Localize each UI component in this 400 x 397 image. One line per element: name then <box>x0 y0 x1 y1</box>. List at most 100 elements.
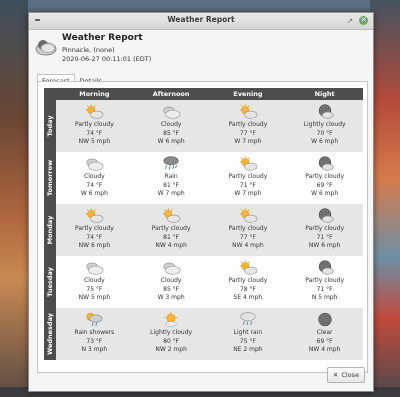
temperature-label: 69 °F <box>316 337 333 345</box>
forecast-cell: Partly cloudy 78 °F SE 4 mph <box>210 256 287 308</box>
sun-cloud-icon <box>239 156 258 171</box>
condition-label: Cloudy <box>160 277 182 284</box>
sun-cloud-icon <box>239 208 258 223</box>
moon-icon <box>317 312 332 327</box>
forecast-cell: Partly cloudy 69 °F W 6 mph <box>286 152 363 204</box>
column-header-night: Night <box>286 88 363 100</box>
condition-label: Partly cloudy <box>74 225 114 232</box>
report-header: Weather Report Pinnacle, (none) 2020-06-… <box>35 31 365 69</box>
temperature-label: 74 °F <box>86 181 103 189</box>
sun-cloud-icon <box>239 104 258 119</box>
cloud-icon <box>163 262 181 275</box>
column-header-evening: Evening <box>209 88 287 100</box>
desktop-background-left <box>0 0 28 397</box>
sun-rain-icon <box>86 312 103 326</box>
row-header-wednesday: Wednesday <box>44 308 56 360</box>
forecast-cell: Partly cloudy 74 °F NW 6 mph <box>56 204 133 256</box>
cloud-icon <box>163 106 181 119</box>
condition-label: Light rain <box>233 329 263 336</box>
wind-label: N 5 mph <box>311 294 338 301</box>
forecast-cell: Lightly cloudy 70 °F W 6 mph <box>286 100 363 152</box>
wind-label: W 7 mph <box>157 190 185 197</box>
sun-light-cloud-icon <box>164 311 178 327</box>
condition-label: Partly cloudy <box>74 121 114 128</box>
wind-label: NW 5 mph <box>78 294 111 301</box>
wind-label: W 6 mph <box>157 138 185 145</box>
tab-bar: ForecastDetails <box>37 68 107 87</box>
condition-label: Cloudy <box>84 173 105 180</box>
wind-label: W 6 mph <box>311 138 339 145</box>
temperature-label: 75 °F <box>239 337 256 345</box>
forecast-cell: Partly cloudy 74 °F NW 5 mph <box>56 100 133 152</box>
moon-cloud-icon <box>318 156 334 171</box>
forecast-cell: Rain showers 73 °F N 3 mph <box>56 308 133 360</box>
report-timestamp: 2020-06-27 00:11:01 (EDT) <box>62 55 152 63</box>
condition-label: Partly cloudy <box>305 277 345 284</box>
forecast-cell: Lightly cloudy 80 °F NW 2 mph <box>132 308 210 360</box>
rain-icon <box>163 156 179 170</box>
forecast-cell: Cloudy 74 °F W 6 mph <box>56 152 133 204</box>
temperature-label: 74 °F <box>86 129 103 137</box>
condition-label: Lightly cloudy <box>150 329 193 336</box>
forecast-panel: Morning Afternoon Evening Night Today Partly … <box>37 81 368 373</box>
condition-label: Cloudy <box>160 121 182 128</box>
window-close-icon[interactable]: ✕ <box>359 16 368 25</box>
sun-cloud-icon <box>86 208 104 223</box>
report-location: Pinnacle, (none) <box>62 46 115 54</box>
temperature-label: 80 °F <box>163 337 180 345</box>
condition-label: Lightly cloudy <box>303 121 346 128</box>
sun-cloud-icon <box>162 208 181 223</box>
condition-label: Partly cloudy <box>305 173 345 180</box>
temperature-label: 77 °F <box>239 129 256 137</box>
moon-cloud-icon <box>318 208 334 223</box>
desktop-background-right <box>370 0 400 397</box>
close-button[interactable]: ✕ Close <box>327 367 365 383</box>
window-title: Weather Report <box>167 15 235 24</box>
condition-label: Partly cloudy <box>228 277 268 284</box>
weather-report-window: Weather Report ↗ ✕ Weather Report Pinnac… <box>28 12 374 392</box>
window-titlebar[interactable]: Weather Report ↗ ✕ <box>29 13 373 30</box>
temperature-label: 78 °F <box>239 285 256 293</box>
wind-label: NW 4 mph <box>155 242 187 249</box>
condition-label: Clear <box>316 329 333 336</box>
forecast-cell: Partly cloudy 71 °F N 5 mph <box>286 256 363 308</box>
wind-label: NW 4 mph <box>308 346 341 353</box>
forecast-cell: Partly cloudy 71 °F NW 6 mph <box>286 204 363 256</box>
forecast-cell: Partly cloudy 71 °F W 7 mph <box>210 152 287 204</box>
row-header-tuesday: Tuesday <box>44 256 56 308</box>
wind-label: NW 6 mph <box>78 242 111 249</box>
temperature-label: 85 °F <box>163 285 180 293</box>
wind-label: NW 6 mph <box>308 242 341 249</box>
temperature-label: 85 °F <box>163 129 180 137</box>
forecast-cell: Cloudy 85 °F W 3 mph <box>133 256 210 308</box>
condition-label: Cloudy <box>84 277 105 284</box>
temperature-label: 73 °F <box>86 337 103 345</box>
wind-label: N 3 mph <box>81 346 108 353</box>
light-rain-icon <box>240 312 256 326</box>
condition-label: Partly cloudy <box>228 173 268 180</box>
wind-label: W 7 mph <box>234 190 262 197</box>
minimize-icon[interactable]: ↗ <box>347 17 353 25</box>
forecast-cell: Clear 69 °F NW 4 mph <box>286 308 363 360</box>
forecast-cell: Rain 81 °F W 7 mph <box>133 152 210 204</box>
forecast-cell: Cloudy 75 °F NW 5 mph <box>56 256 133 308</box>
temperature-label: 74 °F <box>86 233 103 241</box>
wind-label: NW 5 mph <box>78 138 111 145</box>
forecast-cell: Partly cloudy 77 °F W 7 mph <box>209 100 287 152</box>
wind-label: W 7 mph <box>234 138 262 145</box>
temperature-label: 77 °F <box>239 233 256 241</box>
cloud-icon <box>86 158 104 171</box>
temperature-label: 81 °F <box>163 233 180 241</box>
grid-corner <box>44 88 56 100</box>
wind-label: NE 2 mph <box>233 346 263 353</box>
temperature-label: 71 °F <box>316 233 333 241</box>
sun-cloud-icon <box>239 260 258 275</box>
wind-label: W 6 mph <box>311 190 339 197</box>
temperature-label: 70 °F <box>316 129 333 137</box>
row-header-monday: Monday <box>44 204 56 256</box>
forecast-cell: Light rain 75 °F NE 2 mph <box>209 308 287 360</box>
temperature-label: 75 °F <box>86 285 103 293</box>
wind-label: NW 4 mph <box>232 242 264 249</box>
temperature-label: 71 °F <box>316 285 333 293</box>
condition-label: Rain <box>164 173 178 180</box>
